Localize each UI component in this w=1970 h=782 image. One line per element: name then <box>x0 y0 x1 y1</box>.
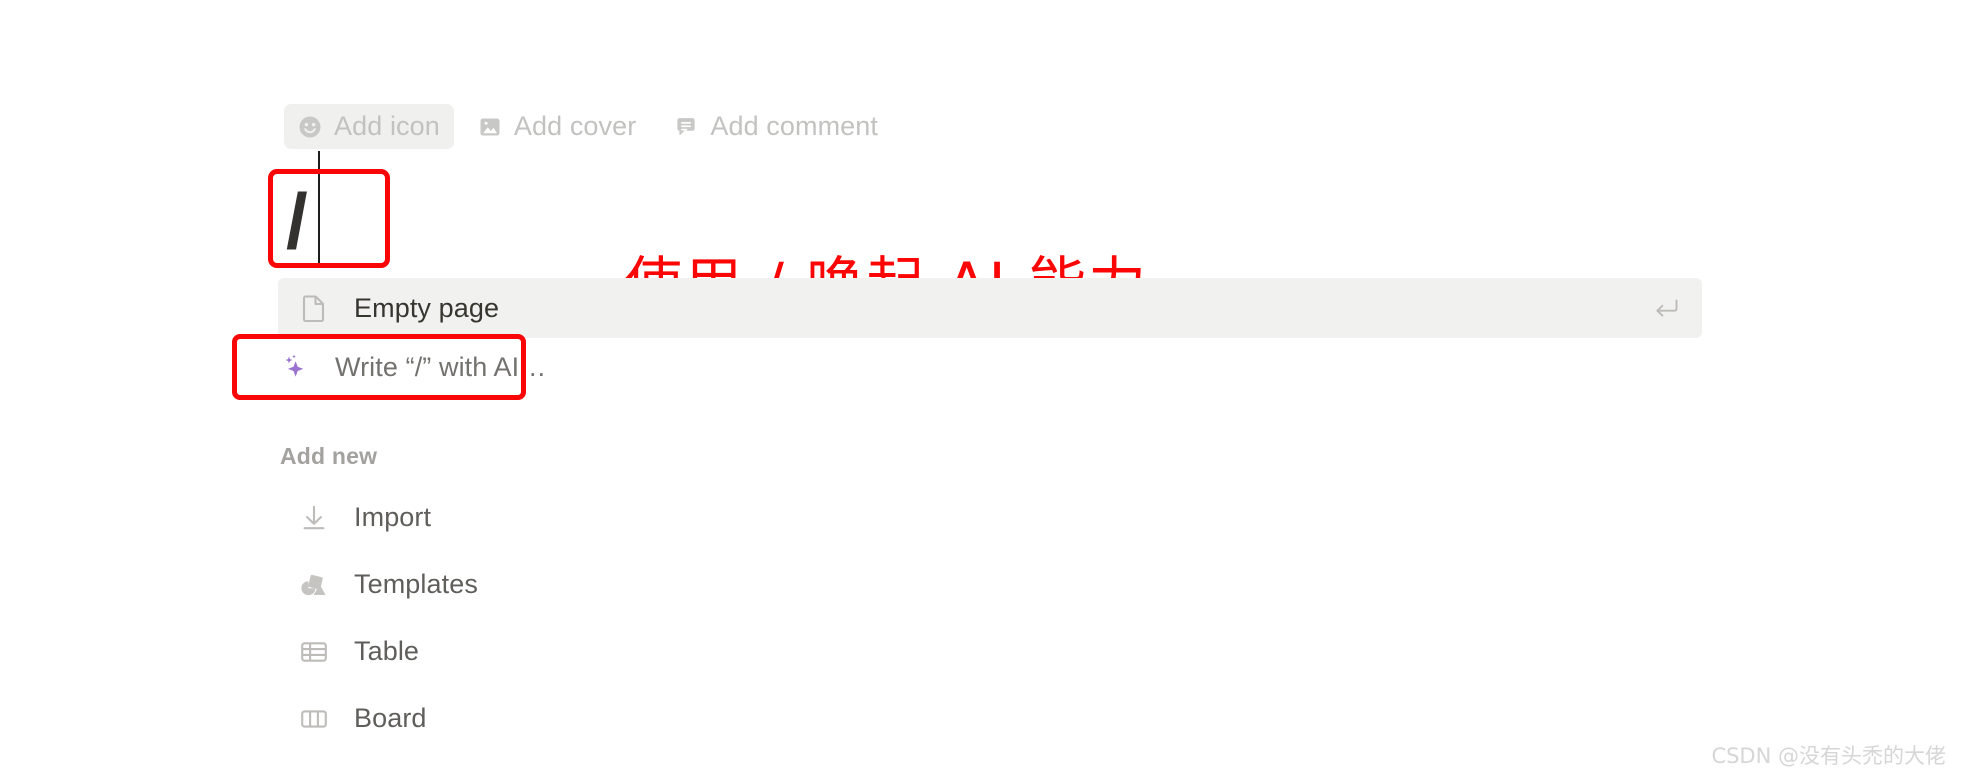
add-new-item-label: Table <box>354 636 420 666</box>
add-icon-button[interactable]: Add icon <box>284 104 454 149</box>
templates-shapes-icon <box>297 568 331 602</box>
menu-item-write-with-ai[interactable]: Write “/” with AI… <box>278 337 546 397</box>
add-new-item-label: Templates <box>354 569 478 599</box>
document-page-icon <box>297 291 331 325</box>
table-grid-icon <box>297 635 331 669</box>
smiley-icon <box>297 114 323 140</box>
add-new-item-board[interactable]: Board <box>278 685 1702 752</box>
add-new-item-templates[interactable]: Templates <box>278 551 1702 618</box>
page-title-value: / <box>286 176 308 265</box>
add-new-item-label: Import <box>354 502 432 532</box>
add-cover-button[interactable]: Add cover <box>464 104 650 149</box>
add-comment-button[interactable]: Add comment <box>660 104 892 149</box>
speech-bubble-icon <box>673 114 699 140</box>
page-title-input-region[interactable]: / <box>268 151 390 268</box>
menu-item-empty-page[interactable]: Empty page <box>278 278 1702 338</box>
annotation-highlight-ai-row: Write “/” with AI… <box>232 334 546 400</box>
kanban-board-icon <box>297 702 331 736</box>
add-icon-label: Add icon <box>334 111 440 141</box>
image-icon <box>477 114 503 140</box>
add-new-item-table[interactable]: Table <box>278 618 1702 685</box>
download-arrow-icon <box>297 501 331 535</box>
add-new-section-label: Add new <box>280 443 378 469</box>
slash-command-menu: Empty page <box>278 278 1702 338</box>
csdn-watermark: CSDN @没有头禿的大佬 <box>1711 744 1946 768</box>
page-toolbar: Add icon Add cover Add comment <box>284 104 892 149</box>
add-new-item-import[interactable]: Import <box>278 484 1702 551</box>
add-new-section: Add new Import Templates Table Board <box>278 443 1702 752</box>
menu-item-label: Write “/” with AI… <box>335 351 547 382</box>
ai-sparkle-icon <box>278 350 312 384</box>
page-title-input[interactable]: / <box>268 151 390 268</box>
add-comment-label: Add comment <box>710 111 879 141</box>
add-new-item-label: Board <box>354 703 427 733</box>
enter-key-icon <box>1652 294 1680 322</box>
add-cover-label: Add cover <box>513 111 637 141</box>
menu-item-label: Empty page <box>354 292 500 323</box>
text-caret <box>318 151 320 263</box>
